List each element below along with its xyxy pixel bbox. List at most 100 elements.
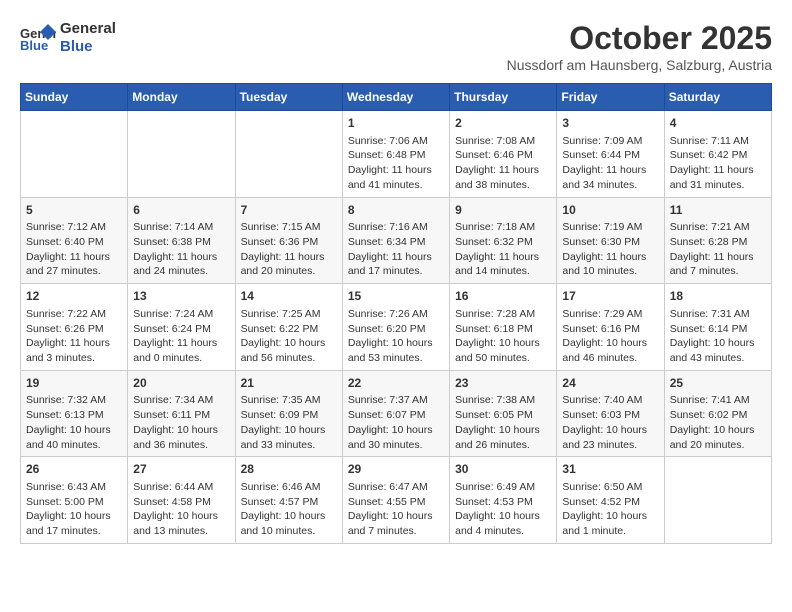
day-header-wednesday: Wednesday bbox=[342, 84, 449, 111]
day-number: 20 bbox=[133, 375, 229, 392]
day-info: Sunrise: 7:21 AM Sunset: 6:28 PM Dayligh… bbox=[670, 220, 766, 279]
calendar-cell: 4Sunrise: 7:11 AM Sunset: 6:42 PM Daylig… bbox=[664, 111, 771, 198]
day-info: Sunrise: 6:47 AM Sunset: 4:55 PM Dayligh… bbox=[348, 480, 444, 539]
day-info: Sunrise: 7:06 AM Sunset: 6:48 PM Dayligh… bbox=[348, 134, 444, 193]
day-info: Sunrise: 7:25 AM Sunset: 6:22 PM Dayligh… bbox=[241, 307, 337, 366]
day-number: 23 bbox=[455, 375, 551, 392]
calendar-cell: 27Sunrise: 6:44 AM Sunset: 4:58 PM Dayli… bbox=[128, 457, 235, 544]
day-info: Sunrise: 6:50 AM Sunset: 4:52 PM Dayligh… bbox=[562, 480, 658, 539]
calendar-cell: 24Sunrise: 7:40 AM Sunset: 6:03 PM Dayli… bbox=[557, 370, 664, 457]
title-block: October 2025 Nussdorf am Haunsberg, Salz… bbox=[507, 20, 772, 73]
day-info: Sunrise: 7:38 AM Sunset: 6:05 PM Dayligh… bbox=[455, 393, 551, 452]
calendar-header-row: SundayMondayTuesdayWednesdayThursdayFrid… bbox=[21, 84, 772, 111]
page-header: General Blue General Blue October 2025 N… bbox=[20, 20, 772, 73]
day-header-tuesday: Tuesday bbox=[235, 84, 342, 111]
calendar-cell: 31Sunrise: 6:50 AM Sunset: 4:52 PM Dayli… bbox=[557, 457, 664, 544]
day-info: Sunrise: 7:09 AM Sunset: 6:44 PM Dayligh… bbox=[562, 134, 658, 193]
day-info: Sunrise: 7:24 AM Sunset: 6:24 PM Dayligh… bbox=[133, 307, 229, 366]
calendar-cell: 7Sunrise: 7:15 AM Sunset: 6:36 PM Daylig… bbox=[235, 197, 342, 284]
calendar-cell: 28 Sunrise: 6:46 AM Sunset: 4:57 PM Dayli… bbox=[235, 457, 342, 544]
day-number: 15 bbox=[348, 288, 444, 305]
svg-text:Blue: Blue bbox=[20, 38, 48, 52]
calendar-cell: 20Sunrise: 7:34 AM Sunset: 6:11 PM Dayli… bbox=[128, 370, 235, 457]
calendar-cell: 11Sunrise: 7:21 AM Sunset: 6:28 PM Dayli… bbox=[664, 197, 771, 284]
calendar-cell: 5Sunrise: 7:12 AM Sunset: 6:40 PM Daylig… bbox=[21, 197, 128, 284]
calendar-week-1: 1 Sunrise: 7:06 AM Sunset: 6:48 PM Daylig… bbox=[21, 111, 772, 198]
calendar-cell: 25Sunrise: 7:41 AM Sunset: 6:02 PM Dayli… bbox=[664, 370, 771, 457]
day-info: Sunrise: 7:14 AM Sunset: 6:38 PM Dayligh… bbox=[133, 220, 229, 279]
calendar-cell: 12 Sunrise: 7:22 AM Sunset: 6:26 PM Dayli… bbox=[21, 284, 128, 371]
calendar-cell: 22Sunrise: 7:37 AM Sunset: 6:07 PM Dayli… bbox=[342, 370, 449, 457]
calendar-week-3: 12 Sunrise: 7:22 AM Sunset: 6:26 PM Dayli… bbox=[21, 284, 772, 371]
day-number: 30 bbox=[455, 461, 551, 478]
calendar-cell: 29 Sunrise: 6:47 AM Sunset: 4:55 PM Dayli… bbox=[342, 457, 449, 544]
calendar-cell: 17 Sunrise: 7:29 AM Sunset: 6:16 PM Dayli… bbox=[557, 284, 664, 371]
day-info: Sunrise: 7:12 AM Sunset: 6:40 PM Dayligh… bbox=[26, 220, 122, 279]
day-number: 26 bbox=[26, 461, 122, 478]
calendar-cell bbox=[664, 457, 771, 544]
day-number: 19 bbox=[26, 375, 122, 392]
calendar-cell: 10Sunrise: 7:19 AM Sunset: 6:30 PM Dayli… bbox=[557, 197, 664, 284]
day-number: 10 bbox=[562, 202, 658, 219]
day-info: Sunrise: 7:28 AM Sunset: 6:18 PM Dayligh… bbox=[455, 307, 551, 366]
logo-icon: General Blue bbox=[20, 24, 56, 52]
day-info: Sunrise: 7:19 AM Sunset: 6:30 PM Dayligh… bbox=[562, 220, 658, 279]
day-number: 22 bbox=[348, 375, 444, 392]
day-number: 24 bbox=[562, 375, 658, 392]
calendar-cell bbox=[21, 111, 128, 198]
day-number: 12 bbox=[26, 288, 122, 305]
calendar-cell: 6Sunrise: 7:14 AM Sunset: 6:38 PM Daylig… bbox=[128, 197, 235, 284]
calendar-cell: 21Sunrise: 7:35 AM Sunset: 6:09 PM Dayli… bbox=[235, 370, 342, 457]
day-info: Sunrise: 7:40 AM Sunset: 6:03 PM Dayligh… bbox=[562, 393, 658, 452]
day-header-thursday: Thursday bbox=[450, 84, 557, 111]
day-number: 13 bbox=[133, 288, 229, 305]
calendar-cell: 18Sunrise: 7:31 AM Sunset: 6:14 PM Dayli… bbox=[664, 284, 771, 371]
day-info: Sunrise: 6:46 AM Sunset: 4:57 PM Dayligh… bbox=[241, 480, 337, 539]
day-number: 9 bbox=[455, 202, 551, 219]
calendar-cell: 3 Sunrise: 7:09 AM Sunset: 6:44 PM Daylig… bbox=[557, 111, 664, 198]
day-number: 6 bbox=[133, 202, 229, 219]
logo-blue: Blue bbox=[60, 38, 116, 56]
day-number: 7 bbox=[241, 202, 337, 219]
day-info: Sunrise: 7:31 AM Sunset: 6:14 PM Dayligh… bbox=[670, 307, 766, 366]
logo-general: General bbox=[60, 20, 116, 38]
day-info: Sunrise: 7:11 AM Sunset: 6:42 PM Dayligh… bbox=[670, 134, 766, 193]
calendar-cell: 9Sunrise: 7:18 AM Sunset: 6:32 PM Daylig… bbox=[450, 197, 557, 284]
day-info: Sunrise: 7:29 AM Sunset: 6:16 PM Dayligh… bbox=[562, 307, 658, 366]
day-number: 1 bbox=[348, 115, 444, 132]
day-header-sunday: Sunday bbox=[21, 84, 128, 111]
calendar-cell: 2Sunrise: 7:08 AM Sunset: 6:46 PM Daylig… bbox=[450, 111, 557, 198]
day-info: Sunrise: 7:18 AM Sunset: 6:32 PM Dayligh… bbox=[455, 220, 551, 279]
calendar-cell: 19Sunrise: 7:32 AM Sunset: 6:13 PM Dayli… bbox=[21, 370, 128, 457]
day-number: 2 bbox=[455, 115, 551, 132]
calendar-cell: 23Sunrise: 7:38 AM Sunset: 6:05 PM Dayli… bbox=[450, 370, 557, 457]
day-info: Sunrise: 6:44 AM Sunset: 4:58 PM Dayligh… bbox=[133, 480, 229, 539]
day-info: Sunrise: 7:26 AM Sunset: 6:20 PM Dayligh… bbox=[348, 307, 444, 366]
day-number: 29 bbox=[348, 461, 444, 478]
calendar-week-5: 26 Sunrise: 6:43 AM Sunset: 5:00 PM Dayli… bbox=[21, 457, 772, 544]
calendar-cell: 14Sunrise: 7:25 AM Sunset: 6:22 PM Dayli… bbox=[235, 284, 342, 371]
logo: General Blue General Blue bbox=[20, 20, 116, 56]
day-info: Sunrise: 7:35 AM Sunset: 6:09 PM Dayligh… bbox=[241, 393, 337, 452]
calendar-cell: 8Sunrise: 7:16 AM Sunset: 6:34 PM Daylig… bbox=[342, 197, 449, 284]
day-info: Sunrise: 7:22 AM Sunset: 6:26 PM Dayligh… bbox=[26, 307, 122, 366]
day-number: 28 bbox=[241, 461, 337, 478]
calendar-table: SundayMondayTuesdayWednesdayThursdayFrid… bbox=[20, 83, 772, 544]
day-number: 3 bbox=[562, 115, 658, 132]
day-info: Sunrise: 7:16 AM Sunset: 6:34 PM Dayligh… bbox=[348, 220, 444, 279]
day-header-monday: Monday bbox=[128, 84, 235, 111]
month-title: October 2025 bbox=[507, 20, 772, 57]
day-info: Sunrise: 6:43 AM Sunset: 5:00 PM Dayligh… bbox=[26, 480, 122, 539]
calendar-cell: 16Sunrise: 7:28 AM Sunset: 6:18 PM Dayli… bbox=[450, 284, 557, 371]
day-info: Sunrise: 7:37 AM Sunset: 6:07 PM Dayligh… bbox=[348, 393, 444, 452]
calendar-week-4: 19Sunrise: 7:32 AM Sunset: 6:13 PM Dayli… bbox=[21, 370, 772, 457]
day-number: 11 bbox=[670, 202, 766, 219]
calendar-cell: 15 Sunrise: 7:26 AM Sunset: 6:20 PM Dayli… bbox=[342, 284, 449, 371]
day-number: 17 bbox=[562, 288, 658, 305]
calendar-cell: 30Sunrise: 6:49 AM Sunset: 4:53 PM Dayli… bbox=[450, 457, 557, 544]
day-info: Sunrise: 7:15 AM Sunset: 6:36 PM Dayligh… bbox=[241, 220, 337, 279]
day-number: 21 bbox=[241, 375, 337, 392]
location-subtitle: Nussdorf am Haunsberg, Salzburg, Austria bbox=[507, 57, 772, 73]
calendar-cell bbox=[128, 111, 235, 198]
day-number: 25 bbox=[670, 375, 766, 392]
